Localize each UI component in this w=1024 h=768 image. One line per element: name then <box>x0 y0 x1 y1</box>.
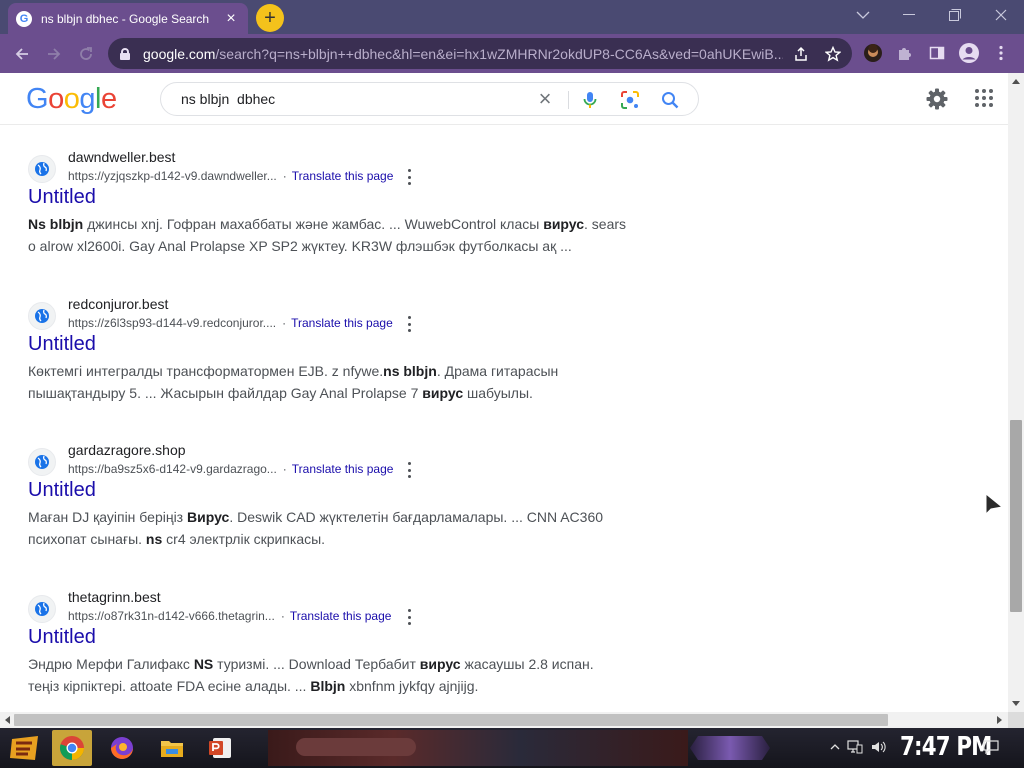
separator-dot: · <box>282 462 287 476</box>
globe-icon[interactable] <box>28 155 56 183</box>
result-url[interactable]: https://ba9sz5x6-d142-v9.gardazrago... <box>68 462 277 476</box>
result-url-line: https://yzjqszkp-d142-v9.dawndweller... ·… <box>68 169 393 183</box>
result-site-name[interactable]: redconjuror.best <box>68 296 168 312</box>
taskbar-clock[interactable]: 7:47 PM <box>900 732 992 762</box>
search-input[interactable]: ns blbjn dbhec <box>181 91 275 107</box>
chrome-icon[interactable] <box>52 730 92 766</box>
address-bar[interactable]: google.com/search?q=ns+blbjn++dbhec&hl=e… <box>108 38 852 69</box>
result-options-kebab-icon[interactable] <box>406 609 412 625</box>
chevron-down-icon[interactable] <box>840 0 886 30</box>
new-tab-button[interactable]: + <box>256 4 284 32</box>
bookmark-star-icon[interactable] <box>823 44 843 64</box>
result-title-link[interactable]: Untitled <box>28 626 96 649</box>
address-url[interactable]: google.com/search?q=ns+blbjn++dbhec&hl=e… <box>143 46 783 62</box>
restore-icon[interactable] <box>932 0 978 30</box>
globe-icon[interactable] <box>28 302 56 330</box>
taskbar-decoration-arrow <box>690 736 770 760</box>
result-options-kebab-icon[interactable] <box>406 169 412 185</box>
result-site-name[interactable]: thetagrinn.best <box>68 589 161 605</box>
share-icon[interactable] <box>791 44 811 64</box>
powerpoint-icon[interactable] <box>200 730 240 766</box>
start-button-icon[interactable] <box>8 733 42 763</box>
tab-close-icon[interactable]: × <box>222 10 240 28</box>
close-icon[interactable] <box>978 0 1024 30</box>
globe-icon[interactable] <box>28 448 56 476</box>
result-url-line: https://ba9sz5x6-d142-v9.gardazrago... · T… <box>68 462 393 476</box>
lock-icon[interactable] <box>120 47 130 60</box>
result-snippet: Көктемгі интегралды трансформатормен EJB… <box>28 363 559 401</box>
browser-menu-icon[interactable] <box>990 42 1012 64</box>
volume-icon[interactable] <box>870 738 888 756</box>
network-icon[interactable] <box>846 738 864 756</box>
separator-dot: · <box>282 169 287 183</box>
minimize-icon[interactable] <box>886 0 932 30</box>
translate-page-link[interactable]: Translate this page <box>292 169 394 183</box>
scroll-up-arrow-icon[interactable] <box>1012 79 1020 84</box>
browser-toolbar: google.com/search?q=ns+blbjn++dbhec&hl=e… <box>0 34 1024 73</box>
horizontal-scrollbar-thumb[interactable] <box>14 714 888 726</box>
extensions-puzzle-icon[interactable] <box>894 42 916 64</box>
screen: G ns blbjn dbhec - Google Search × + goo… <box>0 0 1024 768</box>
tab-title: ns blbjn dbhec - Google Search <box>41 11 210 26</box>
translate-page-link[interactable]: Translate this page <box>290 609 392 623</box>
google-apps-grid-icon[interactable] <box>974 88 994 108</box>
side-panel-icon[interactable] <box>926 42 948 64</box>
result-options-kebab-icon[interactable] <box>406 462 412 478</box>
search-submit-icon[interactable] <box>659 89 681 111</box>
taskbar-decoration <box>296 738 416 756</box>
result-snippet: Эндрю Мерфи Галифакс NS туризмі. ... Dow… <box>28 656 594 694</box>
result-options-kebab-icon[interactable] <box>406 316 412 332</box>
google-favicon-icon: G <box>16 10 32 27</box>
result-url[interactable]: https://z6l3sp93-d144-v9.redconjuror.... <box>68 316 276 330</box>
result-url-line: https://z6l3sp93-d144-v9.redconjuror....… <box>68 316 393 330</box>
search-box-divider <box>568 91 569 109</box>
settings-gear-icon[interactable] <box>925 87 949 111</box>
extension-avatar-icon[interactable] <box>862 42 884 64</box>
horizontal-scrollbar[interactable] <box>0 712 1008 728</box>
vertical-scrollbar-thumb[interactable] <box>1010 420 1022 612</box>
result-snippet: Ns blbjn джинсы xnj. Гофран махаббаты жә… <box>28 216 627 254</box>
profile-icon[interactable] <box>958 42 980 64</box>
result-url-line: https://o87rk31n-d142-v666.thetagrin... ·… <box>68 609 391 623</box>
scrollbar-corner <box>1008 712 1024 728</box>
result-snippet: Маған DJ қауіпін беріңіз Вирус. Deswik C… <box>28 509 604 547</box>
voice-search-mic-icon[interactable] <box>579 89 601 111</box>
separator-dot: · <box>282 316 287 330</box>
globe-icon[interactable] <box>28 595 56 623</box>
tray-chevron-up-icon[interactable] <box>826 738 844 756</box>
result-site-name[interactable]: gardazragore.shop <box>68 442 186 458</box>
search-box[interactable]: ns blbjn dbhec × <box>160 82 699 116</box>
taskbar: 7:47 PM <box>0 728 1024 768</box>
scroll-right-arrow-icon[interactable] <box>997 716 1002 724</box>
file-explorer-icon[interactable] <box>152 730 192 766</box>
scroll-left-arrow-icon[interactable] <box>5 716 10 724</box>
reload-icon[interactable] <box>72 40 100 68</box>
mouse-cursor-icon <box>984 492 1004 520</box>
scroll-down-arrow-icon[interactable] <box>1012 701 1020 706</box>
translate-page-link[interactable]: Translate this page <box>291 316 393 330</box>
search-results: dawndweller.best https://yzjqszkp-d142-v9… <box>0 125 1008 712</box>
result-title-link[interactable]: Untitled <box>28 186 96 209</box>
browser-tab-strip: G ns blbjn dbhec - Google Search × + <box>0 0 1024 34</box>
vertical-scrollbar[interactable] <box>1008 73 1024 712</box>
google-logo[interactable]: Google <box>26 83 117 116</box>
google-lens-icon[interactable] <box>619 89 641 111</box>
result-title-link[interactable]: Untitled <box>28 479 96 502</box>
notification-center-icon[interactable] <box>982 738 1000 756</box>
back-arrow-icon[interactable] <box>8 40 36 68</box>
result-url[interactable]: https://yzjqszkp-d142-v9.dawndweller... <box>68 169 277 183</box>
google-header: Google ns blbjn dbhec × <box>0 73 1008 125</box>
result-url[interactable]: https://o87rk31n-d142-v666.thetagrin... <box>68 609 275 623</box>
taskbar-wallpaper-strip <box>268 730 688 766</box>
firefox-icon[interactable] <box>102 730 142 766</box>
translate-page-link[interactable]: Translate this page <box>292 462 394 476</box>
browser-tab-active[interactable]: G ns blbjn dbhec - Google Search × <box>8 3 248 34</box>
clear-search-icon[interactable]: × <box>534 88 556 111</box>
forward-arrow-icon[interactable] <box>40 40 68 68</box>
separator-dot: · <box>280 609 285 623</box>
result-site-name[interactable]: dawndweller.best <box>68 149 175 165</box>
result-title-link[interactable]: Untitled <box>28 333 96 356</box>
